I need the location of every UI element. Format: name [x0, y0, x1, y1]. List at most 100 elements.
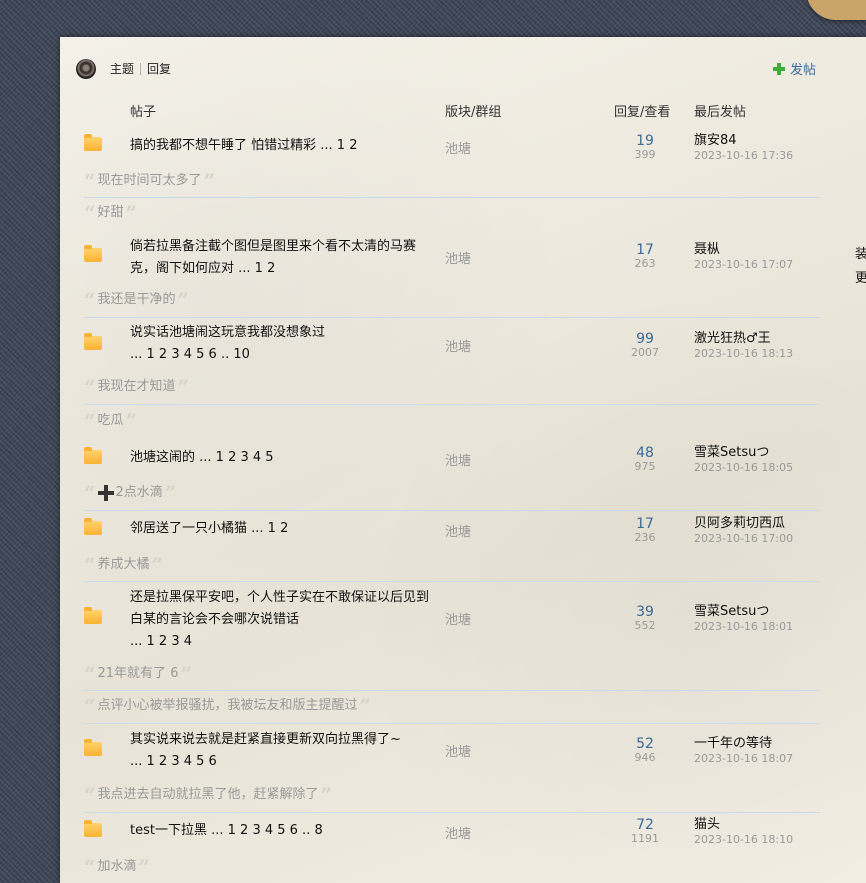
page-links[interactable]: ... 1 2: [238, 261, 275, 276]
quote-close-icon: ”: [164, 481, 177, 505]
thread-title[interactable]: 还是拉黑保平安吧，个人性子实在不敢保证以后见到白某的言论会不会哪次说错话... …: [130, 587, 430, 653]
page-links[interactable]: ... 1 2 3 4 5 6: [130, 754, 217, 769]
thread-board[interactable]: 池塘: [445, 336, 471, 355]
quote-open-icon: “: [84, 169, 96, 193]
column-header-post: 帖子: [130, 105, 157, 120]
quote-close-icon: ”: [180, 662, 192, 686]
divider: [84, 197, 820, 198]
last-post-time[interactable]: 2023-10-16 17:36: [694, 149, 793, 163]
last-post-time[interactable]: 2023-10-16 17:00: [694, 532, 793, 546]
reply-count: 17: [636, 242, 654, 258]
page-links[interactable]: ... 1 2: [251, 521, 288, 536]
last-post-user[interactable]: 一千年の等待: [694, 736, 793, 752]
last-post-time[interactable]: 2023-10-16 17:07: [694, 258, 793, 272]
thread-board[interactable]: 池塘: [445, 823, 471, 842]
comment-preview: “我现在才知道”: [84, 375, 190, 399]
thread-board[interactable]: 池塘: [445, 609, 471, 628]
last-post: 猫头 2023-10-16 18:10: [694, 817, 793, 847]
page-links[interactable]: ... 1 2 3 4 5: [199, 450, 273, 465]
thread-stats: 72 1191: [620, 817, 670, 845]
last-post-time[interactable]: 2023-10-16 18:07: [694, 752, 793, 766]
last-post: 聂枞 2023-10-16 17:07: [694, 242, 793, 272]
last-post-user[interactable]: 聂枞: [694, 242, 793, 258]
forum-panel: 主题 回复 发帖 帖子 版块/群组 回复/查看 最后发帖 搞的我都不想午睡了 怕…: [60, 37, 866, 883]
thread-stats: 39 552: [620, 604, 670, 632]
divider: [84, 317, 820, 318]
thread-board[interactable]: 池塘: [445, 741, 471, 760]
thread-board[interactable]: 池塘: [445, 450, 471, 469]
last-post: 旗安84 2023-10-16 17:36: [694, 133, 793, 163]
thread-title[interactable]: 其实说来说去就是赶紧直接更新双向拉黑得了~... 1 2 3 4 5 6: [130, 729, 430, 773]
avatar[interactable]: [76, 59, 96, 79]
quote-open-icon: “: [84, 694, 96, 718]
reply-count: 52: [636, 736, 654, 752]
last-post-user[interactable]: 激光狂热♂王: [694, 331, 793, 347]
page-links[interactable]: ... 1 2 3 4: [130, 634, 192, 649]
comment-preview: “养成大橘”: [84, 553, 164, 577]
divider: [84, 812, 820, 813]
last-post-time[interactable]: 2023-10-16 18:10: [694, 833, 793, 847]
side-text: 更: [855, 271, 866, 286]
tab-topics[interactable]: 主题: [104, 62, 140, 76]
view-count: 263: [634, 257, 656, 270]
page-links[interactable]: ... 1 2 3 4 5 6 .. 10: [130, 347, 250, 362]
comment-preview: “好甜”: [84, 201, 138, 225]
divider: [84, 404, 820, 405]
thread-title[interactable]: 邻居送了一只小橘猫 ... 1 2: [130, 518, 430, 540]
thread-board[interactable]: 池塘: [445, 138, 471, 157]
last-post: 雪菜Setsuつ 2023-10-16 18:05: [694, 445, 793, 475]
column-header-last-post: 最后发帖: [694, 105, 747, 120]
filter-toolbar: 主题 回复: [76, 59, 177, 79]
view-count: 946: [634, 751, 656, 764]
reply-count: 48: [636, 445, 654, 461]
view-count: 975: [634, 460, 656, 473]
thread-stats: 19 399: [620, 133, 670, 161]
last-post: 贝阿多莉切西瓜 2023-10-16 17:00: [694, 516, 793, 546]
reply-count: 99: [636, 331, 654, 347]
quote-open-icon: “: [84, 783, 96, 807]
quote-close-icon: ”: [151, 553, 164, 577]
thread-stats: 48 975: [620, 445, 670, 473]
last-post-user[interactable]: 雪菜Setsuつ: [694, 445, 793, 461]
comment-preview: “我点进去自动就拉黑了他，赶紧解除了”: [84, 783, 333, 807]
comment-preview: “加水滴”: [84, 855, 151, 879]
thread-title[interactable]: 说实话池塘闹这玩意我都没想象过... 1 2 3 4 5 6 .. 10: [130, 322, 430, 366]
folder-icon: [84, 447, 102, 464]
quote-open-icon: “: [84, 201, 96, 225]
thread-board[interactable]: 池塘: [445, 248, 471, 267]
last-post-user[interactable]: 雪菜Setsuつ: [694, 604, 793, 620]
thread-stats: 52 946: [620, 736, 670, 764]
folder-icon: [84, 739, 102, 756]
folder-icon: [84, 607, 102, 624]
column-header-board: 版块/群组: [445, 105, 502, 120]
thread-title[interactable]: 倘若拉黑备注截个图但是图里来个看不太清的马赛克，阁下如何应对 ... 1 2: [130, 236, 430, 280]
last-post-user[interactable]: 贝阿多莉切西瓜: [694, 516, 793, 532]
thread-title[interactable]: 池塘这闹的 ... 1 2 3 4 5: [130, 447, 430, 469]
thread-title[interactable]: test一下拉黑 ... 1 2 3 4 5 6 .. 8: [130, 820, 430, 842]
comment-preview: “我还是干净的”: [84, 288, 190, 312]
comment-preview: “现在时间可太多了”: [84, 169, 216, 193]
divider: [84, 690, 820, 691]
page-links[interactable]: ... 1 2 3 4 5 6 .. 8: [211, 823, 323, 838]
thread-board[interactable]: 池塘: [445, 521, 471, 540]
last-post-time[interactable]: 2023-10-16 18:01: [694, 620, 793, 634]
last-post-user[interactable]: 猫头: [694, 817, 793, 833]
corner-decoration: [806, 0, 866, 20]
thread-stats: 17 263: [620, 242, 670, 270]
view-count: 2007: [631, 346, 659, 359]
quote-close-icon: ”: [138, 855, 151, 879]
folder-icon: [84, 820, 102, 837]
folder-icon: [84, 518, 102, 535]
last-post-time[interactable]: 2023-10-16 18:05: [694, 461, 793, 475]
reply-count: 39: [636, 604, 654, 620]
quote-close-icon: ”: [177, 288, 190, 312]
last-post-time[interactable]: 2023-10-16 18:13: [694, 347, 793, 361]
last-post-user[interactable]: 旗安84: [694, 133, 793, 149]
view-count: 399: [634, 148, 656, 161]
tab-replies[interactable]: 回复: [141, 62, 177, 76]
quote-open-icon: “: [84, 855, 96, 879]
page-links[interactable]: ... 1 2: [320, 138, 357, 153]
quote-close-icon: ”: [320, 783, 333, 807]
new-post-button[interactable]: 发帖: [773, 59, 816, 78]
thread-title[interactable]: 搞的我都不想午睡了 怕错过精彩 ... 1 2: [130, 135, 430, 157]
